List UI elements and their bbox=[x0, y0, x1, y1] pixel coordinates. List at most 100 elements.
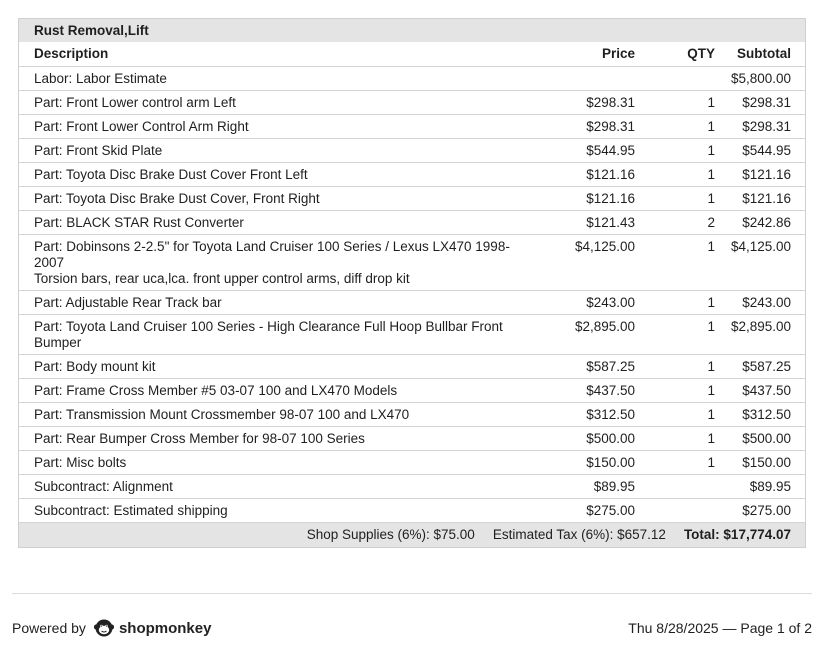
item-subtotal: $4,125.00 bbox=[723, 234, 806, 291]
item-price bbox=[519, 66, 649, 91]
table-row: Part: Toyota Land Cruiser 100 Series - H… bbox=[19, 314, 806, 355]
item-description: Part: Toyota Land Cruiser 100 Series - H… bbox=[19, 314, 519, 355]
table-row: Subcontract: Alignment $89.95 $89.95 bbox=[19, 474, 806, 499]
item-description: Part: Misc bolts bbox=[19, 450, 519, 475]
item-description-line: Part: Front Lower Control Arm Right bbox=[34, 118, 249, 134]
table-row: Part: Dobinsons 2-2.5" for Toyota Land C… bbox=[19, 234, 806, 291]
item-qty: 1 bbox=[649, 186, 723, 211]
item-price: $2,895.00 bbox=[519, 314, 649, 355]
section-header-row: Rust Removal,Lift bbox=[19, 19, 806, 42]
item-description: Part: Toyota Disc Brake Dust Cover Front… bbox=[19, 162, 519, 187]
item-description-line: Part: Adjustable Rear Track bar bbox=[34, 294, 222, 310]
item-qty bbox=[649, 474, 723, 499]
item-description-line: Part: Toyota Disc Brake Dust Cover, Fron… bbox=[34, 190, 320, 206]
table-row: Part: Rear Bumper Cross Member for 98-07… bbox=[19, 426, 806, 451]
table-row: Part: Adjustable Rear Track bar $243.00 1 $… bbox=[19, 290, 806, 315]
line-items-table: Rust Removal,Lift Description Price QTY … bbox=[19, 19, 806, 523]
item-qty: 1 bbox=[649, 450, 723, 475]
item-description: Part: BLACK STAR Rust Converter bbox=[19, 210, 519, 235]
line-items-body: Labor: Labor Estimate $5,800.00 Part: Fron… bbox=[19, 66, 806, 523]
item-price: $500.00 bbox=[519, 426, 649, 451]
column-header-description: Description bbox=[19, 42, 519, 67]
column-header-price: Price bbox=[519, 42, 649, 67]
table-row: Part: Frame Cross Member #5 03-07 100 an… bbox=[19, 378, 806, 403]
item-description: Part: Front Lower Control Arm Right bbox=[19, 114, 519, 139]
item-subtotal: $121.16 bbox=[723, 162, 806, 187]
item-description-line: Part: Transmission Mount Crossmember 98-… bbox=[34, 406, 410, 422]
column-header-row: Description Price QTY Subtotal bbox=[19, 42, 806, 67]
powered-by-label: Powered by bbox=[12, 620, 86, 636]
item-qty: 1 bbox=[649, 314, 723, 355]
item-subtotal: $275.00 bbox=[723, 498, 806, 523]
item-description-line: Subcontract: Alignment bbox=[34, 478, 173, 494]
item-description-line: Part: Front Lower control arm Left bbox=[34, 94, 236, 110]
item-subtotal: $437.50 bbox=[723, 378, 806, 403]
column-header-qty: QTY bbox=[649, 42, 723, 67]
item-subtotal: $242.86 bbox=[723, 210, 806, 235]
powered-by: Powered by shopmonkey bbox=[12, 618, 211, 638]
item-qty: 1 bbox=[649, 354, 723, 379]
table-row: Part: Body mount kit $587.25 1 $587.25 bbox=[19, 354, 806, 379]
item-description: Part: Transmission Mount Crossmember 98-… bbox=[19, 402, 519, 427]
item-price: $121.43 bbox=[519, 210, 649, 235]
item-description: Part: Adjustable Rear Track bar bbox=[19, 290, 519, 315]
item-description: Labor: Labor Estimate bbox=[19, 66, 519, 91]
item-subtotal: $2,895.00 bbox=[723, 314, 806, 355]
footer-divider bbox=[12, 593, 812, 594]
item-description: Part: Front Skid Plate bbox=[19, 138, 519, 163]
item-description-line: Part: Toyota Land Cruiser 100 Series - H… bbox=[34, 318, 503, 350]
item-description-line: Part: Misc bolts bbox=[34, 454, 127, 470]
item-subtotal: $298.31 bbox=[723, 114, 806, 139]
item-qty: 1 bbox=[649, 290, 723, 315]
table-row: Part: Front Lower Control Arm Right $298.… bbox=[19, 114, 806, 139]
shopmonkey-logo: shopmonkey bbox=[93, 618, 212, 638]
item-description-line: Part: Dobinsons 2-2.5" for Toyota Land C… bbox=[34, 238, 510, 270]
item-qty: 2 bbox=[649, 210, 723, 235]
item-price: $121.16 bbox=[519, 186, 649, 211]
item-subtotal: $587.25 bbox=[723, 354, 806, 379]
item-price: $275.00 bbox=[519, 498, 649, 523]
item-description: Part: Front Lower control arm Left bbox=[19, 90, 519, 115]
item-price: $298.31 bbox=[519, 90, 649, 115]
item-price: $312.50 bbox=[519, 402, 649, 427]
item-description-line: Part: Front Skid Plate bbox=[34, 142, 163, 158]
item-price: $89.95 bbox=[519, 474, 649, 499]
item-description-line: Labor: Labor Estimate bbox=[34, 70, 167, 86]
item-price: $437.50 bbox=[519, 378, 649, 403]
item-qty: 1 bbox=[649, 426, 723, 451]
item-description: Part: Rear Bumper Cross Member for 98-07… bbox=[19, 426, 519, 451]
item-description-line: Part: Frame Cross Member #5 03-07 100 an… bbox=[34, 382, 398, 398]
item-qty bbox=[649, 498, 723, 523]
item-qty: 1 bbox=[649, 90, 723, 115]
item-subtotal: $89.95 bbox=[723, 474, 806, 499]
table-row: Part: Misc bolts $150.00 1 $150.00 bbox=[19, 450, 806, 475]
item-description: Subcontract: Estimated shipping bbox=[19, 498, 519, 523]
item-price: $4,125.00 bbox=[519, 234, 649, 291]
item-description-line: Part: Rear Bumper Cross Member for 98-07… bbox=[34, 430, 365, 446]
service-section: Rust Removal,Lift Description Price QTY … bbox=[18, 18, 806, 548]
item-qty: 1 bbox=[649, 402, 723, 427]
item-description-line: Part: BLACK STAR Rust Converter bbox=[34, 214, 244, 230]
section-title: Rust Removal,Lift bbox=[19, 19, 806, 42]
item-description-line: Part: Body mount kit bbox=[34, 358, 156, 374]
brand-name: shopmonkey bbox=[118, 619, 212, 637]
item-description-line: Subcontract: Estimated shipping bbox=[34, 502, 228, 518]
table-row: Part: Transmission Mount Crossmember 98-… bbox=[19, 402, 806, 427]
monkey-logo-icon bbox=[93, 619, 114, 637]
item-description: Part: Body mount kit bbox=[19, 354, 519, 379]
item-subtotal: $243.00 bbox=[723, 290, 806, 315]
item-qty: 1 bbox=[649, 114, 723, 139]
item-qty bbox=[649, 66, 723, 91]
item-description: Part: Dobinsons 2-2.5" for Toyota Land C… bbox=[19, 234, 519, 291]
item-subtotal: $298.31 bbox=[723, 90, 806, 115]
item-subtotal: $121.16 bbox=[723, 186, 806, 211]
item-qty: 1 bbox=[649, 162, 723, 187]
item-description: Part: Frame Cross Member #5 03-07 100 an… bbox=[19, 378, 519, 403]
item-qty: 1 bbox=[649, 378, 723, 403]
table-row: Part: Toyota Disc Brake Dust Cover Front… bbox=[19, 162, 806, 187]
table-row: Part: Front Skid Plate $544.95 1 $544.95 bbox=[19, 138, 806, 163]
item-subtotal: $312.50 bbox=[723, 402, 806, 427]
item-price: $587.25 bbox=[519, 354, 649, 379]
table-row: Labor: Labor Estimate $5,800.00 bbox=[19, 66, 806, 91]
item-description-line: Part: Toyota Disc Brake Dust Cover Front… bbox=[34, 166, 308, 182]
